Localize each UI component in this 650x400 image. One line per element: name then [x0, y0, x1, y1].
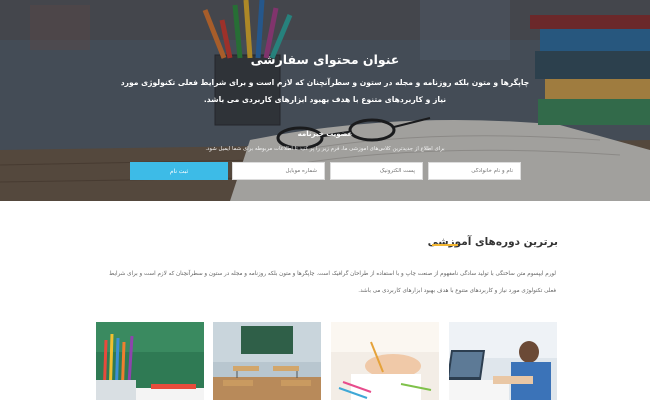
title-underline [432, 244, 458, 246]
courses-section-title: برترین دوره‌های آموزشی [427, 236, 558, 248]
courses-description: لورم ایپسوم متن ساختگی با تولید سادگی نا… [109, 271, 556, 294]
register-button[interactable]: ثبت نام [130, 162, 228, 180]
hero-title: عنوان محتوای سفارشی [250, 52, 400, 67]
newsletter-text: برای اطلاع از جدیدترین کلاس‌های آموزشی م… [205, 146, 445, 152]
name-field[interactable] [428, 162, 521, 180]
newsletter-title: عضویت خبرنامه [297, 130, 353, 138]
page: عنوان محتوای سفارشی چاپگرها و متون بلکه … [0, 0, 650, 400]
course-card-image[interactable] [331, 322, 439, 400]
mobile-field[interactable] [232, 162, 325, 180]
classroom-desks-image [213, 322, 321, 400]
laptop-students-image [449, 322, 557, 400]
student-drawing-image [331, 322, 439, 400]
course-card-image[interactable] [449, 322, 557, 400]
course-card-image[interactable] [213, 322, 321, 400]
classroom-chalkboard-image [96, 322, 204, 400]
hero-banner: عنوان محتوای سفارشی چاپگرها و متون بلکه … [0, 0, 650, 201]
course-card-image[interactable] [96, 322, 204, 400]
hero-text: چاپگرها و متون بلکه روزنامه و مجله در ست… [120, 78, 530, 104]
email-field[interactable] [330, 162, 423, 180]
